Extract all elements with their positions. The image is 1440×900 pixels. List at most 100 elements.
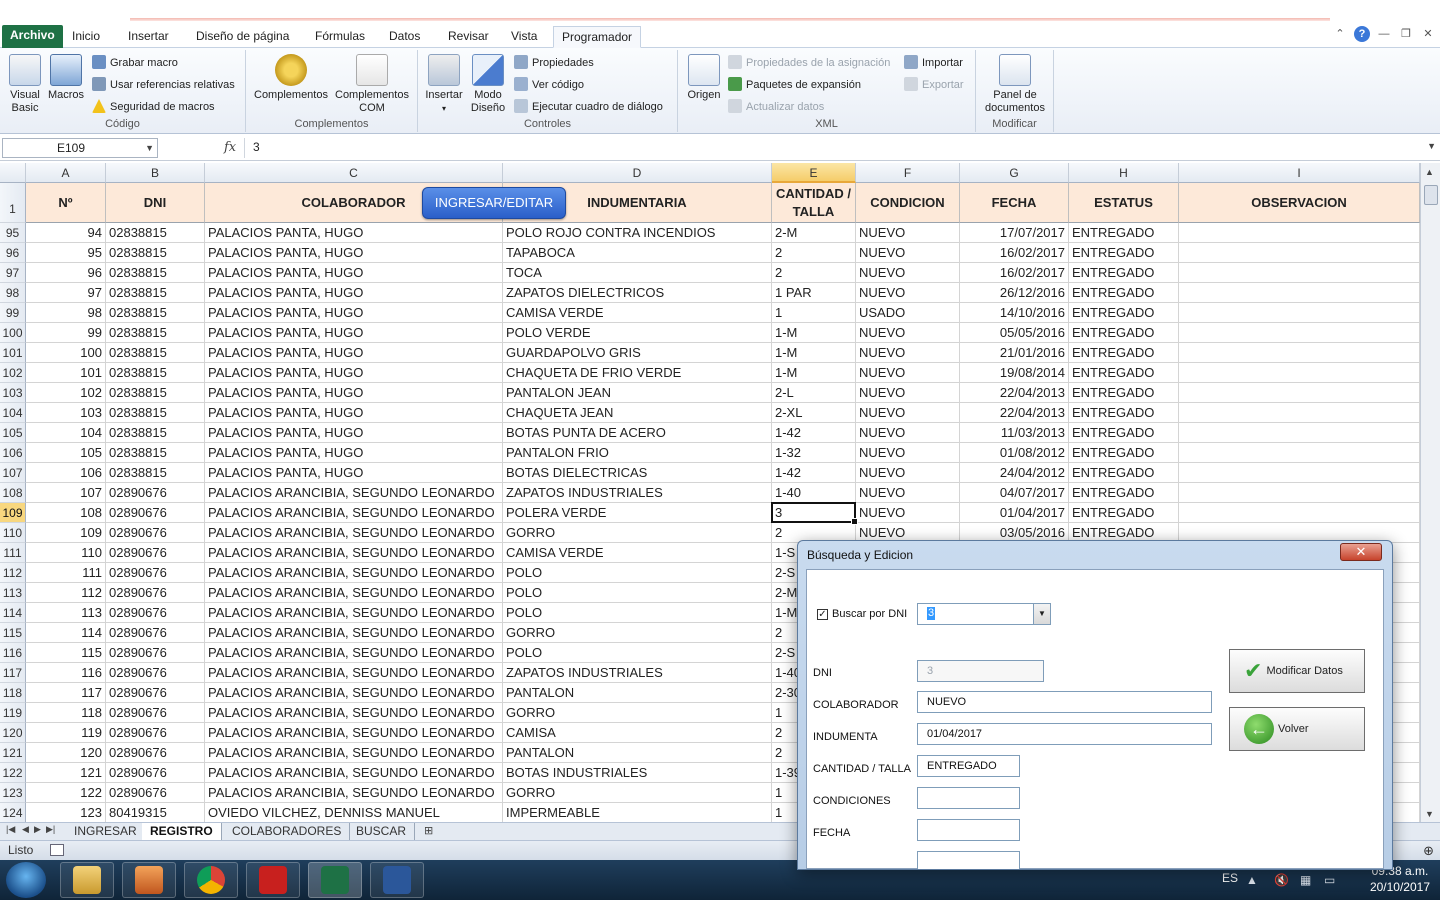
table-cell[interactable] — [1179, 263, 1420, 283]
referencias-relativas-button[interactable]: Usar referencias relativas — [92, 76, 235, 94]
table-cell[interactable]: 97 — [26, 283, 106, 303]
network-icon[interactable]: ▦ — [1300, 873, 1314, 887]
table-cell[interactable]: NUEVO — [856, 343, 960, 363]
table-cell[interactable]: 99 — [26, 323, 106, 343]
propiedades-asignacion-button[interactable]: Propiedades de la asignación — [728, 54, 890, 72]
complementos-button[interactable]: Complementos — [252, 54, 330, 102]
macro-record-icon[interactable] — [50, 844, 64, 856]
table-cell[interactable]: 04/07/2017 — [960, 483, 1069, 503]
table-cell[interactable]: 114 — [26, 623, 106, 643]
table-cell[interactable]: PALACIOS ARANCIBIA, SEGUNDO LEONARDO — [205, 723, 503, 743]
help-icon[interactable]: ? — [1354, 26, 1370, 42]
tab-diseno-pagina[interactable]: Diseño de página — [188, 26, 297, 48]
language-indicator[interactable]: ES — [1222, 871, 1238, 885]
table-cell[interactable]: 113 — [26, 603, 106, 623]
column-header-d[interactable]: D — [503, 163, 772, 183]
indumentaria-field[interactable]: 01/04/2017 — [917, 723, 1212, 745]
table-cell[interactable]: PALACIOS ARANCIBIA, SEGUNDO LEONARDO — [205, 703, 503, 723]
prev-sheet-icon[interactable]: ◀ — [22, 824, 29, 835]
modo-diseno-button[interactable]: Modo Diseño — [466, 54, 510, 115]
table-cell[interactable]: POLO — [503, 643, 772, 663]
table-cell[interactable]: GUARDAPOLVO GRIS — [503, 343, 772, 363]
ingresar-editar-button[interactable]: INGRESAR/EDITAR — [422, 187, 566, 219]
table-cell[interactable]: ZAPATOS DIELECTRICOS — [503, 283, 772, 303]
table-cell[interactable]: 02890676 — [106, 623, 205, 643]
name-box[interactable]: E109 ▼ — [2, 138, 158, 158]
table-cell[interactable]: NUEVO — [856, 363, 960, 383]
table-cell[interactable]: POLO VERDE — [503, 323, 772, 343]
table-cell[interactable]: PALACIOS ARANCIBIA, SEGUNDO LEONARDO — [205, 543, 503, 563]
table-cell[interactable]: NUEVO — [856, 283, 960, 303]
table-cell[interactable]: 05/05/2016 — [960, 323, 1069, 343]
table-cell[interactable]: ENTREGADO — [1069, 443, 1179, 463]
table-cell[interactable]: 02838815 — [106, 303, 205, 323]
table-cell[interactable] — [1179, 223, 1420, 243]
table-cell[interactable]: 02890676 — [106, 643, 205, 663]
table-cell[interactable]: PALACIOS PANTA, HUGO — [205, 263, 503, 283]
column-header-i[interactable]: I — [1179, 163, 1420, 183]
table-cell[interactable]: 02890676 — [106, 483, 205, 503]
tray-arrow-icon[interactable]: ▲ — [1246, 873, 1260, 887]
table-cell[interactable]: ENTREGADO — [1069, 223, 1179, 243]
table-cell[interactable]: ENTREGADO — [1069, 263, 1179, 283]
table-cell[interactable]: PANTALON — [503, 683, 772, 703]
table-cell[interactable]: 118 — [26, 703, 106, 723]
table-cell[interactable]: POLO — [503, 603, 772, 623]
table-cell[interactable]: PALACIOS PANTA, HUGO — [205, 323, 503, 343]
row-header[interactable]: 118 — [0, 683, 26, 703]
table-cell[interactable]: PALACIOS ARANCIBIA, SEGUNDO LEONARDO — [205, 623, 503, 643]
dni-combobox[interactable]: 3 ▼ — [917, 603, 1051, 625]
table-cell[interactable]: PALACIOS PANTA, HUGO — [205, 403, 503, 423]
table-cell[interactable] — [1179, 483, 1420, 503]
table-cell[interactable]: ENTREGADO — [1069, 483, 1179, 503]
volver-button[interactable]: ← Volver — [1229, 707, 1365, 751]
table-cell[interactable]: POLO — [503, 583, 772, 603]
taskbar-chrome[interactable] — [184, 862, 238, 898]
header-cell-g[interactable]: FECHA — [960, 183, 1069, 223]
table-cell[interactable]: 02890676 — [106, 783, 205, 803]
tab-datos[interactable]: Datos — [381, 26, 428, 48]
table-cell[interactable]: ENTREGADO — [1069, 283, 1179, 303]
importar-button[interactable]: Importar — [904, 54, 963, 72]
row-header[interactable]: 122 — [0, 763, 26, 783]
table-cell[interactable]: 2 — [772, 263, 856, 283]
table-cell[interactable]: POLERA VERDE — [503, 503, 772, 523]
table-cell[interactable]: 101 — [26, 363, 106, 383]
table-cell[interactable]: NUEVO — [856, 423, 960, 443]
chevron-down-icon[interactable]: ▼ — [145, 139, 154, 157]
table-cell[interactable]: 1-42 — [772, 423, 856, 443]
table-cell[interactable]: CAMISA VERDE — [503, 303, 772, 323]
row-header[interactable]: 112 — [0, 563, 26, 583]
ejecutar-dialogo-button[interactable]: Ejecutar cuadro de diálogo — [514, 98, 663, 116]
table-cell[interactable]: 02838815 — [106, 363, 205, 383]
row-header[interactable]: 109 — [0, 503, 26, 523]
table-cell[interactable]: 02838815 — [106, 323, 205, 343]
volume-muted-icon[interactable]: 🔇 — [1274, 873, 1289, 887]
taskbar-acrobat[interactable] — [246, 862, 300, 898]
column-header-f[interactable]: F — [856, 163, 960, 183]
table-cell[interactable]: 02890676 — [106, 583, 205, 603]
table-cell[interactable]: BOTAS PUNTA DE ACERO — [503, 423, 772, 443]
panel-documentos-button[interactable]: Panel de documentos — [978, 54, 1052, 115]
table-cell[interactable]: 02890676 — [106, 523, 205, 543]
macros-button[interactable]: Macros — [46, 54, 86, 102]
select-all-corner[interactable] — [0, 163, 26, 183]
table-cell[interactable] — [1179, 283, 1420, 303]
taskbar-excel[interactable] — [308, 862, 362, 898]
row-header[interactable]: 114 — [0, 603, 26, 623]
row-header[interactable]: 99 — [0, 303, 26, 323]
table-cell[interactable]: GORRO — [503, 523, 772, 543]
table-cell[interactable]: PALACIOS ARANCIBIA, SEGUNDO LEONARDO — [205, 483, 503, 503]
table-cell[interactable]: 22/04/2013 — [960, 403, 1069, 423]
cantidad-talla-field[interactable]: ENTREGADO — [917, 755, 1020, 777]
table-cell[interactable]: PALACIOS PANTA, HUGO — [205, 243, 503, 263]
table-cell[interactable]: 108 — [26, 503, 106, 523]
table-cell[interactable]: PALACIOS PANTA, HUGO — [205, 363, 503, 383]
close-icon[interactable]: ✕ — [1420, 26, 1436, 42]
table-cell[interactable]: 02890676 — [106, 723, 205, 743]
table-cell[interactable]: 102 — [26, 383, 106, 403]
table-cell[interactable]: 1-M — [772, 363, 856, 383]
table-cell[interactable]: PALACIOS PANTA, HUGO — [205, 423, 503, 443]
row-header[interactable]: 110 — [0, 523, 26, 543]
row-header[interactable]: 102 — [0, 363, 26, 383]
